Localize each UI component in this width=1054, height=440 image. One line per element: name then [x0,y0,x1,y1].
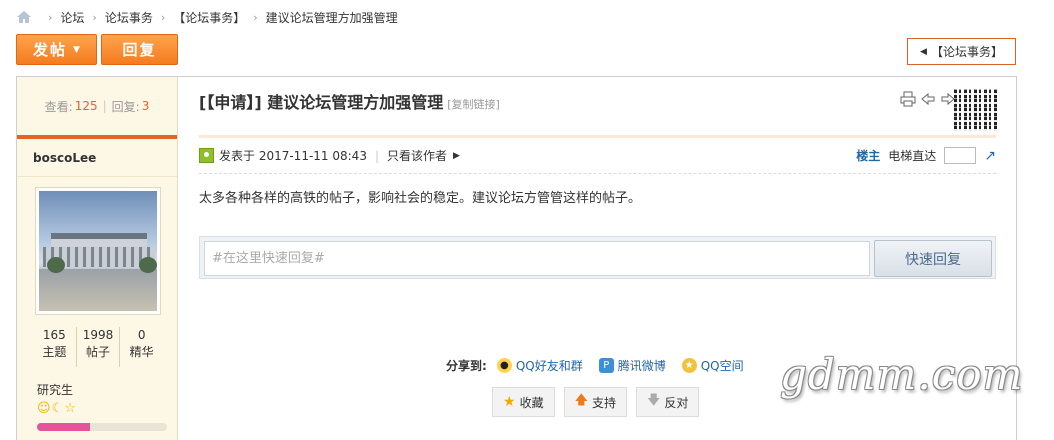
title-divider [199,135,996,138]
breadcrumb-item-forum[interactable]: 论坛 [60,9,84,26]
post-actions: ★ 收藏 🡅 支持 🡇 反对 [492,387,700,417]
breadcrumb: › 论坛 › 论坛事务 › 【论坛事务】 › 建议论坛管理方加强管理 [16,8,398,26]
print-icon[interactable] [900,91,916,107]
replies-count: 3 [141,99,150,113]
arrow-up-icon: 🡅 [574,393,588,408]
breadcrumb-item-affairs-board[interactable]: 【论坛事务】 [173,9,245,26]
share-bar: 分享到: ● QQ好友和群 P 腾讯微博 ★ QQ空间 [446,357,754,374]
post-button-label: 发帖 [33,41,68,59]
chevron-right-icon: › [48,10,53,24]
jump-label: 电梯直达 [888,149,937,163]
floor-jump-input[interactable] [944,147,977,164]
arrow-down-icon: 🡇 [646,393,661,408]
quick-reply-button[interactable]: 快速回复 [874,240,992,277]
back-to-board-button[interactable]: ◀ 【论坛事务】 [907,38,1016,65]
author-stats: 165 主题 1998 帖子 0 精华 [33,327,163,367]
post-meta: 发表于 2017-11-11 08:43 | 只看该作者 ▶ [199,147,460,164]
only-author-link[interactable]: 只看该作者 [387,147,447,164]
views-count: 125 [74,99,98,113]
thread-stats: 查看: 125 | 回复: 3 [17,77,177,135]
avatar-image [39,191,157,311]
watermark: gdmm.com [780,350,1024,399]
share-qq[interactable]: ● QQ好友和群 [496,357,583,374]
share-qzone[interactable]: ★ QQ空间 [681,357,744,374]
chevron-right-icon: › [160,10,166,24]
meta-divider-line [199,173,996,174]
avatar[interactable] [35,187,161,315]
post-content: 太多各种各样的高铁的帖子，影响社会的稳定。建议论坛方管管这样的帖子。 [199,191,642,206]
views-label: 查看: [44,99,73,114]
breadcrumb-item-current: 建议论坛管理方加强管理 [265,10,398,25]
author-rank[interactable]: 研究生 [37,381,73,398]
prev-thread-icon[interactable] [920,91,936,107]
author-sidebar: 查看: 125 | 回复: 3 boscoLee 165 主题 1998 帖子 … [17,77,178,440]
qr-code-icon[interactable] [954,89,998,131]
home-icon[interactable] [16,10,32,24]
thread-tools [900,91,956,107]
share-label: 分享到: [446,359,487,373]
support-button[interactable]: 🡅 支持 [563,387,627,417]
reply-button[interactable]: 回复 [101,34,178,65]
online-user-icon [199,148,214,163]
author-stat-posts[interactable]: 1998 帖子 [77,327,121,367]
star-icon: ☆ [64,401,76,416]
post-time: 发表于 2017-11-11 08:43 [219,149,367,163]
qq-icon: ● [496,358,512,373]
sun-icon: ☺ [37,401,51,416]
chevron-right-icon: › [253,10,258,24]
tencent-weibo-icon: P [598,358,614,373]
moon-icon: ☾ [51,401,64,416]
copy-link[interactable]: [复制链接] [447,96,500,112]
chevron-right-icon: › [92,10,97,24]
replies-label: 回复: [111,99,140,114]
thread-title-row: [【申请】] 建议论坛管理方加强管理 [复制链接] [199,89,500,113]
jump-go-icon[interactable]: ↗ [984,148,996,164]
favorite-button[interactable]: ★ 收藏 [492,387,555,417]
floor-label[interactable]: 楼主 [856,147,880,164]
floor-nav: 楼主 电梯直达 ↗ [856,147,996,164]
star-icon: ★ [503,394,516,410]
thread-title: [【申请】] 建议论坛管理方加强管理 [199,93,444,112]
oppose-button[interactable]: 🡇 反对 [635,387,700,417]
share-tencent-weibo[interactable]: P 腾讯微博 [598,357,666,374]
back-to-board-label: 【论坛事务】 [930,45,1003,59]
stats-divider: | [102,99,107,113]
breadcrumb-item-affairs[interactable]: 论坛事务 [105,9,153,26]
level-progress-fill [37,423,91,431]
quick-reply-bar: #在这里快速回复# 快速回复 [199,236,996,279]
caret-down-icon: ▼ [73,44,80,55]
triangle-left-icon: ◀ [920,46,927,57]
author-stat-digest[interactable]: 0 精华 [120,327,163,367]
author-stat-threads[interactable]: 165 主题 [33,327,77,367]
post-button[interactable]: 发帖 ▼ [16,34,97,65]
qzone-icon: ★ [681,358,697,373]
level-icons: ☺ ☾ ☆ [37,401,76,417]
meta-divider: | [374,148,379,163]
quick-reply-input[interactable]: #在这里快速回复# [204,241,870,276]
triangle-right-icon: ▶ [453,150,460,161]
author-name[interactable]: boscoLee [17,139,177,177]
level-progress-bar [37,423,167,431]
